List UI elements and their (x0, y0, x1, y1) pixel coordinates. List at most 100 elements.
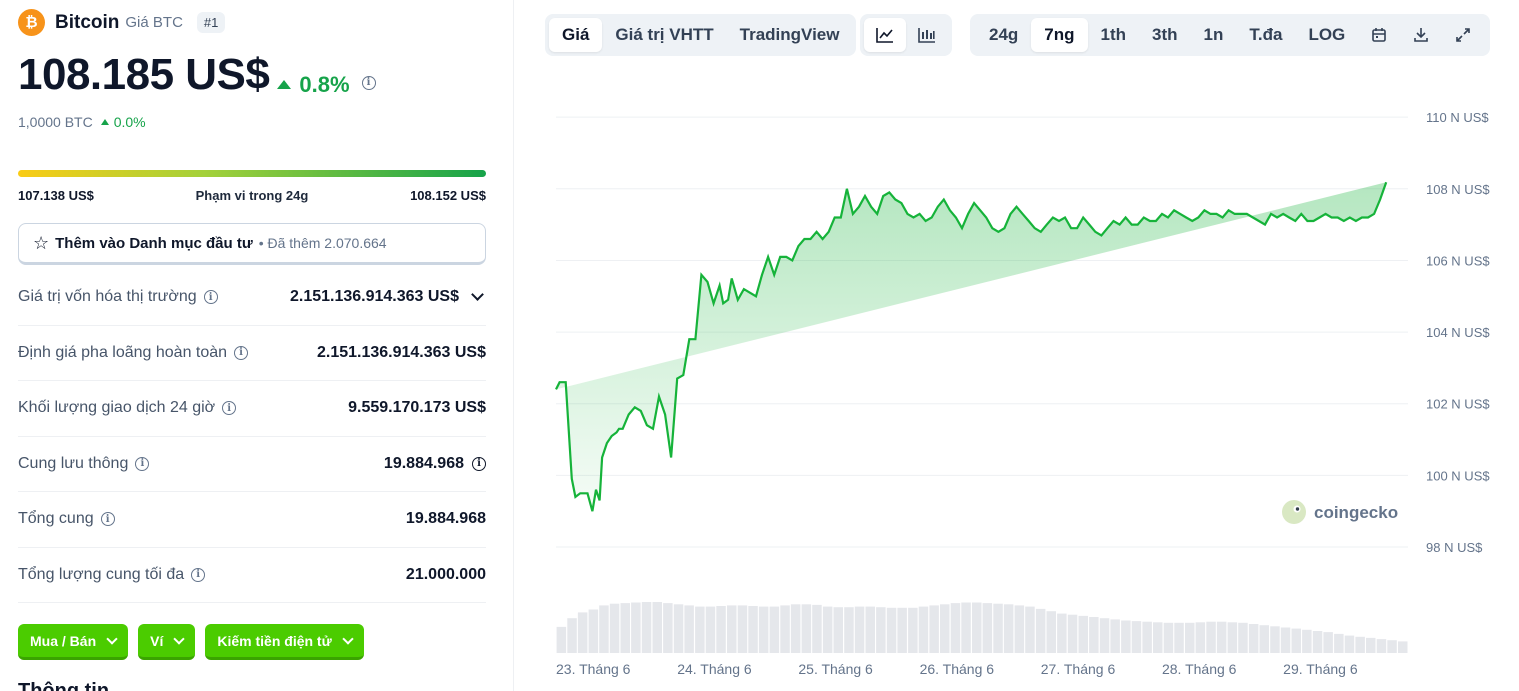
btc-change: 0.0% (100, 114, 146, 130)
volume-bar (641, 602, 652, 653)
volume-bar (1057, 613, 1067, 653)
range-low: 107.138 US$ (18, 188, 94, 203)
volume-bar (1248, 624, 1259, 653)
info-icon[interactable]: i (135, 456, 150, 471)
tab-market-cap[interactable]: Giá trị VHTT (602, 18, 726, 52)
range-1m[interactable]: 1th (1088, 18, 1140, 52)
volume-bar (833, 607, 843, 653)
price-area (556, 182, 1387, 512)
stat-row-total-supply: Tổng cung i 19.884.968 (18, 492, 486, 548)
chevron-down-icon (173, 632, 186, 645)
add-to-portfolio-button[interactable]: ☆ Thêm vào Danh mục đầu tư • Đã thêm 2.0… (18, 223, 486, 265)
price-chart-svg[interactable]: 110 N US$ 108 N US$ 106 N US$ 104 N US$ 102 … (540, 100, 1519, 691)
range-24h[interactable]: 24g (976, 18, 1031, 52)
volume-bar (865, 606, 875, 653)
chevron-down-icon (106, 632, 118, 645)
buy-sell-label: Mua / Bán (30, 632, 97, 649)
volume-bar (705, 606, 716, 653)
price-row: 108.185 US$ 0.8% i (18, 50, 376, 100)
info-icon[interactable]: i (100, 512, 115, 527)
info-icon[interactable]: i (203, 290, 218, 305)
volume-bar (876, 607, 886, 653)
volume-bar (897, 607, 907, 653)
volume-bar (1163, 622, 1174, 653)
y-tick-label: 100 N US$ (1426, 468, 1490, 483)
stat-label: Khối lượng giao dịch 24 giờ (18, 399, 216, 417)
info-icon[interactable]: i (191, 567, 206, 582)
btc-value: 1,0000 BTC (18, 114, 93, 130)
volume-bar (780, 605, 790, 653)
info-icon[interactable]: i (472, 456, 486, 471)
candlestick-chart-icon[interactable] (906, 18, 948, 52)
stat-label: Tổng lượng cung tối đa (18, 565, 185, 583)
tab-price[interactable]: Giá (549, 18, 603, 52)
volume-bar (1014, 605, 1025, 653)
up-arrow-icon (277, 80, 292, 89)
volume-bar (844, 607, 854, 653)
btc-price-row: 1,0000 BTC 0.0% (18, 114, 146, 130)
volume-bar (950, 603, 961, 653)
range-3m[interactable]: 3th (1139, 18, 1191, 52)
market-cap-dropdown[interactable]: 2.151.136.914.363 US$ (290, 288, 486, 306)
volume-bar (727, 605, 737, 653)
log-scale-toggle[interactable]: LOG (1295, 18, 1358, 52)
volume-bar (1334, 633, 1344, 653)
volume-bar (1185, 622, 1195, 653)
calendar-icon[interactable] (1358, 18, 1400, 52)
time-range-group: 24g 7ng 1th 3th 1n T.đa LOG (970, 14, 1491, 56)
range-1y[interactable]: 1n (1191, 18, 1237, 52)
volume-bar (737, 605, 748, 653)
price-chart[interactable]: 110 N US$ 108 N US$ 106 N US$ 104 N US$ 102 … (540, 100, 1519, 691)
stat-row-max-supply: Tổng lượng cung tối đa i 21.000.000 (18, 548, 486, 603)
volume-bar (631, 602, 641, 653)
star-icon: ☆ (33, 232, 50, 253)
stat-row-volume: Khối lượng giao dịch 24 giờ i 9.559.170.1… (18, 381, 486, 437)
chevron-down-icon (342, 632, 354, 645)
info-icon[interactable]: i (234, 345, 249, 360)
download-icon[interactable] (1400, 18, 1442, 52)
line-chart-icon[interactable] (864, 18, 906, 52)
volume-bar (822, 606, 833, 653)
volume-bar (1142, 621, 1152, 653)
volume-bar (556, 626, 567, 653)
earn-crypto-button[interactable]: Kiếm tiền điện tử (205, 624, 364, 660)
volume-bar (769, 606, 780, 653)
range-24h-labels: 107.138 US$ Phạm vi trong 24g 108.152 US… (18, 188, 486, 203)
volume-bar (1003, 604, 1014, 653)
stat-label: Giá trị vốn hóa thị trường (18, 288, 197, 306)
buy-sell-button[interactable]: Mua / Bán (18, 624, 129, 660)
volume-bar (961, 602, 971, 653)
x-tick-label: 25. Tháng 6 (798, 661, 873, 677)
info-icon[interactable]: i (361, 75, 376, 90)
fullscreen-icon[interactable] (1442, 18, 1484, 52)
bitcoin-logo-icon: ₿ (18, 9, 45, 36)
volume-bar (1216, 621, 1227, 653)
stat-value: 9.559.170.173 US$ (348, 399, 486, 417)
volume-bar (567, 618, 577, 653)
range-7d[interactable]: 7ng (1031, 18, 1088, 52)
volume-bar (1323, 632, 1333, 653)
volume-bar (1195, 622, 1206, 653)
wallet-button[interactable]: Ví (138, 624, 196, 660)
volume-bar (748, 606, 758, 653)
volume-bar (1025, 606, 1035, 653)
chevron-down-icon (471, 288, 484, 302)
range-max[interactable]: T.đa (1236, 18, 1295, 52)
volume-bar (854, 606, 865, 653)
portfolio-added-count: • Đã thêm 2.070.664 (258, 235, 387, 251)
y-tick-label: 102 N US$ (1426, 397, 1490, 412)
volume-bar (790, 604, 801, 653)
volume-bar (982, 603, 993, 653)
volume-bar (929, 605, 939, 653)
stat-label: Cung lưu thông (18, 454, 129, 472)
volume-bar (620, 603, 630, 653)
coin-ticker-subtitle: Giá BTC (125, 14, 183, 31)
range-24h-bar (18, 170, 486, 177)
volume-bar (1291, 628, 1301, 653)
volume-bar (1302, 629, 1312, 653)
view-tab-group: Giá Giá trị VHTT TradingView (545, 14, 857, 56)
tab-tradingview[interactable]: TradingView (727, 18, 853, 52)
stat-row-circulating-supply: Cung lưu thông i 19.884.968 i (18, 437, 486, 492)
info-icon[interactable]: i (222, 401, 237, 416)
volume-bar (588, 609, 599, 653)
